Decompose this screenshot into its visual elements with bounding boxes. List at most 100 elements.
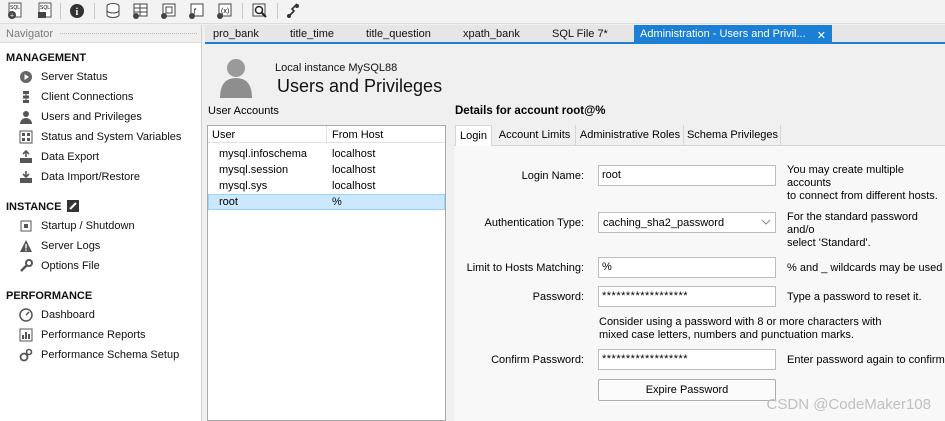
- svg-text:+: +: [10, 13, 14, 20]
- confirm-password-input[interactable]: ******************: [598, 349, 776, 370]
- startup-icon: [18, 219, 33, 234]
- nav-item-server-logs[interactable]: Server Logs: [18, 237, 200, 255]
- tab-schema-privileges[interactable]: Schema Privileges: [685, 125, 781, 145]
- navigator-grip[interactable]: [60, 33, 197, 34]
- navigator-panel: Navigator MANAGEMENT Server Status Clien…: [0, 25, 202, 421]
- nav-item-performance-schema-setup[interactable]: Performance Schema Setup: [18, 346, 200, 364]
- nav-item-label: Users and Privileges: [41, 111, 142, 123]
- nav-item-client-connections[interactable]: Client Connections: [18, 88, 200, 106]
- section-performance: PERFORMANCE: [6, 290, 93, 302]
- schema-setup-icon: [18, 348, 33, 363]
- section-instance: INSTANCE: [6, 200, 80, 215]
- tab-administrative-roles[interactable]: Administrative Roles: [577, 125, 684, 145]
- nav-item-label: Server Status: [41, 71, 108, 83]
- users-privileges-page: Local instance MySQL88 Users and Privile…: [205, 46, 945, 421]
- column-divider[interactable]: [326, 126, 327, 143]
- column-user[interactable]: User: [212, 129, 235, 141]
- nav-item-startup-shutdown[interactable]: Startup / Shutdown: [18, 217, 200, 235]
- table-row[interactable]: mysql.session localhost: [208, 162, 445, 178]
- dashboard-icon: [18, 308, 33, 323]
- reports-icon: [18, 328, 33, 343]
- open-sql-file-icon[interactable]: SQL: [34, 1, 56, 21]
- create-function-icon[interactable]: (x): [214, 1, 236, 21]
- nav-item-dashboard[interactable]: Dashboard: [18, 306, 200, 324]
- user-cell: mysql.session: [219, 164, 289, 176]
- hint-text: Consider using a password with 8 or more…: [599, 316, 882, 341]
- nav-item-data-export[interactable]: Data Export: [18, 148, 200, 166]
- help-line: You may create multiple accounts to conn…: [787, 164, 938, 202]
- tab-account-limits[interactable]: Account Limits: [494, 125, 576, 145]
- nav-item-label: Performance Reports: [41, 329, 146, 341]
- create-procedure-icon[interactable]: ƒ: [186, 1, 208, 21]
- server-status-icon: [18, 70, 33, 85]
- auth-type-select[interactable]: caching_sha2_password: [598, 212, 776, 233]
- tab-login[interactable]: Login: [455, 125, 492, 146]
- info-icon[interactable]: i: [66, 1, 88, 21]
- host-cell: %: [332, 196, 342, 208]
- users-icon: [18, 110, 33, 125]
- new-sql-tab-icon[interactable]: SQL +: [4, 1, 26, 21]
- wrench-icon: [18, 259, 33, 274]
- column-from-host[interactable]: From Host: [332, 129, 383, 141]
- create-table-icon[interactable]: [130, 1, 152, 21]
- table-row-selected[interactable]: root %: [208, 194, 445, 210]
- search-table-data-icon[interactable]: [249, 1, 271, 21]
- nav-item-label: Server Logs: [41, 240, 101, 252]
- section-management: MANAGEMENT: [6, 52, 87, 64]
- expire-password-button[interactable]: Expire Password: [598, 379, 776, 401]
- auth-type-label: Authentication Type:: [484, 217, 584, 229]
- user-cell: root: [219, 196, 238, 208]
- auth-type-help: For the standard password and/o select '…: [787, 211, 945, 250]
- password-label: Password:: [532, 291, 584, 303]
- nav-item-label: Startup / Shutdown: [41, 220, 135, 232]
- nav-item-label: Data Import/Restore: [41, 171, 141, 183]
- warning-icon: [18, 239, 33, 254]
- tab-title-time[interactable]: title_time: [290, 25, 356, 44]
- variables-icon: [18, 130, 33, 145]
- main-toolbar: SQL + SQL i ƒ (x): [0, 0, 945, 24]
- limit-hosts-input[interactable]: %: [598, 257, 776, 278]
- nav-item-label: Dashboard: [41, 309, 95, 321]
- password-input[interactable]: ******************: [598, 286, 776, 307]
- confirm-password-label: Confirm Password:: [491, 354, 584, 366]
- reconnect-icon[interactable]: [283, 1, 305, 21]
- nav-item-label: Performance Schema Setup: [41, 349, 180, 361]
- auth-type-value: caching_sha2_password: [603, 217, 725, 229]
- client-connections-icon: [18, 90, 33, 105]
- nav-item-performance-reports[interactable]: Performance Reports: [18, 326, 200, 344]
- password-help: Type a password to reset it.: [787, 291, 922, 303]
- limit-hosts-label: Limit to Hosts Matching:: [466, 262, 584, 274]
- details-title: Details for account root@%: [455, 105, 606, 117]
- login-tab-panel: Login Name: root You may create multiple…: [454, 145, 945, 421]
- confirm-password-help: Enter password again to confirm.: [787, 354, 945, 366]
- user-accounts-table: User From Host mysql.infoschema localhos…: [207, 125, 446, 421]
- tab-administration-users[interactable]: Administration - Users and Privil... ✕: [634, 25, 832, 44]
- navigator-header: Navigator: [0, 25, 201, 43]
- nav-item-data-import-restore[interactable]: Data Import/Restore: [18, 168, 200, 186]
- section-instance-label: INSTANCE: [6, 201, 62, 213]
- tab-pro-bank[interactable]: pro_bank: [213, 25, 279, 44]
- table-row[interactable]: mysql.infoschema localhost: [208, 146, 445, 162]
- nav-item-label: Data Export: [41, 151, 100, 163]
- table-row[interactable]: mysql.sys localhost: [208, 178, 445, 194]
- nav-item-label: Status and System Variables: [41, 131, 182, 143]
- nav-item-users-and-privileges[interactable]: Users and Privileges: [18, 108, 200, 126]
- nav-item-server-status[interactable]: Server Status: [18, 68, 200, 86]
- data-export-icon: [18, 150, 33, 165]
- tab-title-question[interactable]: title_question: [366, 25, 450, 44]
- nav-item-status-and-system-variables[interactable]: Status and System Variables: [18, 128, 200, 146]
- navigator-title: Navigator: [6, 28, 54, 40]
- user-cell: mysql.sys: [219, 180, 268, 192]
- tab-xpath-bank[interactable]: xpath_bank: [463, 25, 537, 44]
- tab-sql-file-7[interactable]: SQL File 7*: [552, 25, 628, 44]
- login-name-label: Login Name:: [521, 170, 584, 182]
- create-view-icon[interactable]: [158, 1, 180, 21]
- login-name-input[interactable]: root: [598, 165, 776, 186]
- login-name-help: You may create multiple accounts to conn…: [787, 164, 945, 203]
- nav-item-options-file[interactable]: Options File: [18, 257, 200, 275]
- close-icon[interactable]: ✕: [817, 29, 826, 42]
- chevron-down-icon: [761, 217, 771, 230]
- create-schema-icon[interactable]: [102, 1, 124, 21]
- nav-item-label: Options File: [41, 260, 100, 272]
- host-cell: localhost: [332, 180, 376, 192]
